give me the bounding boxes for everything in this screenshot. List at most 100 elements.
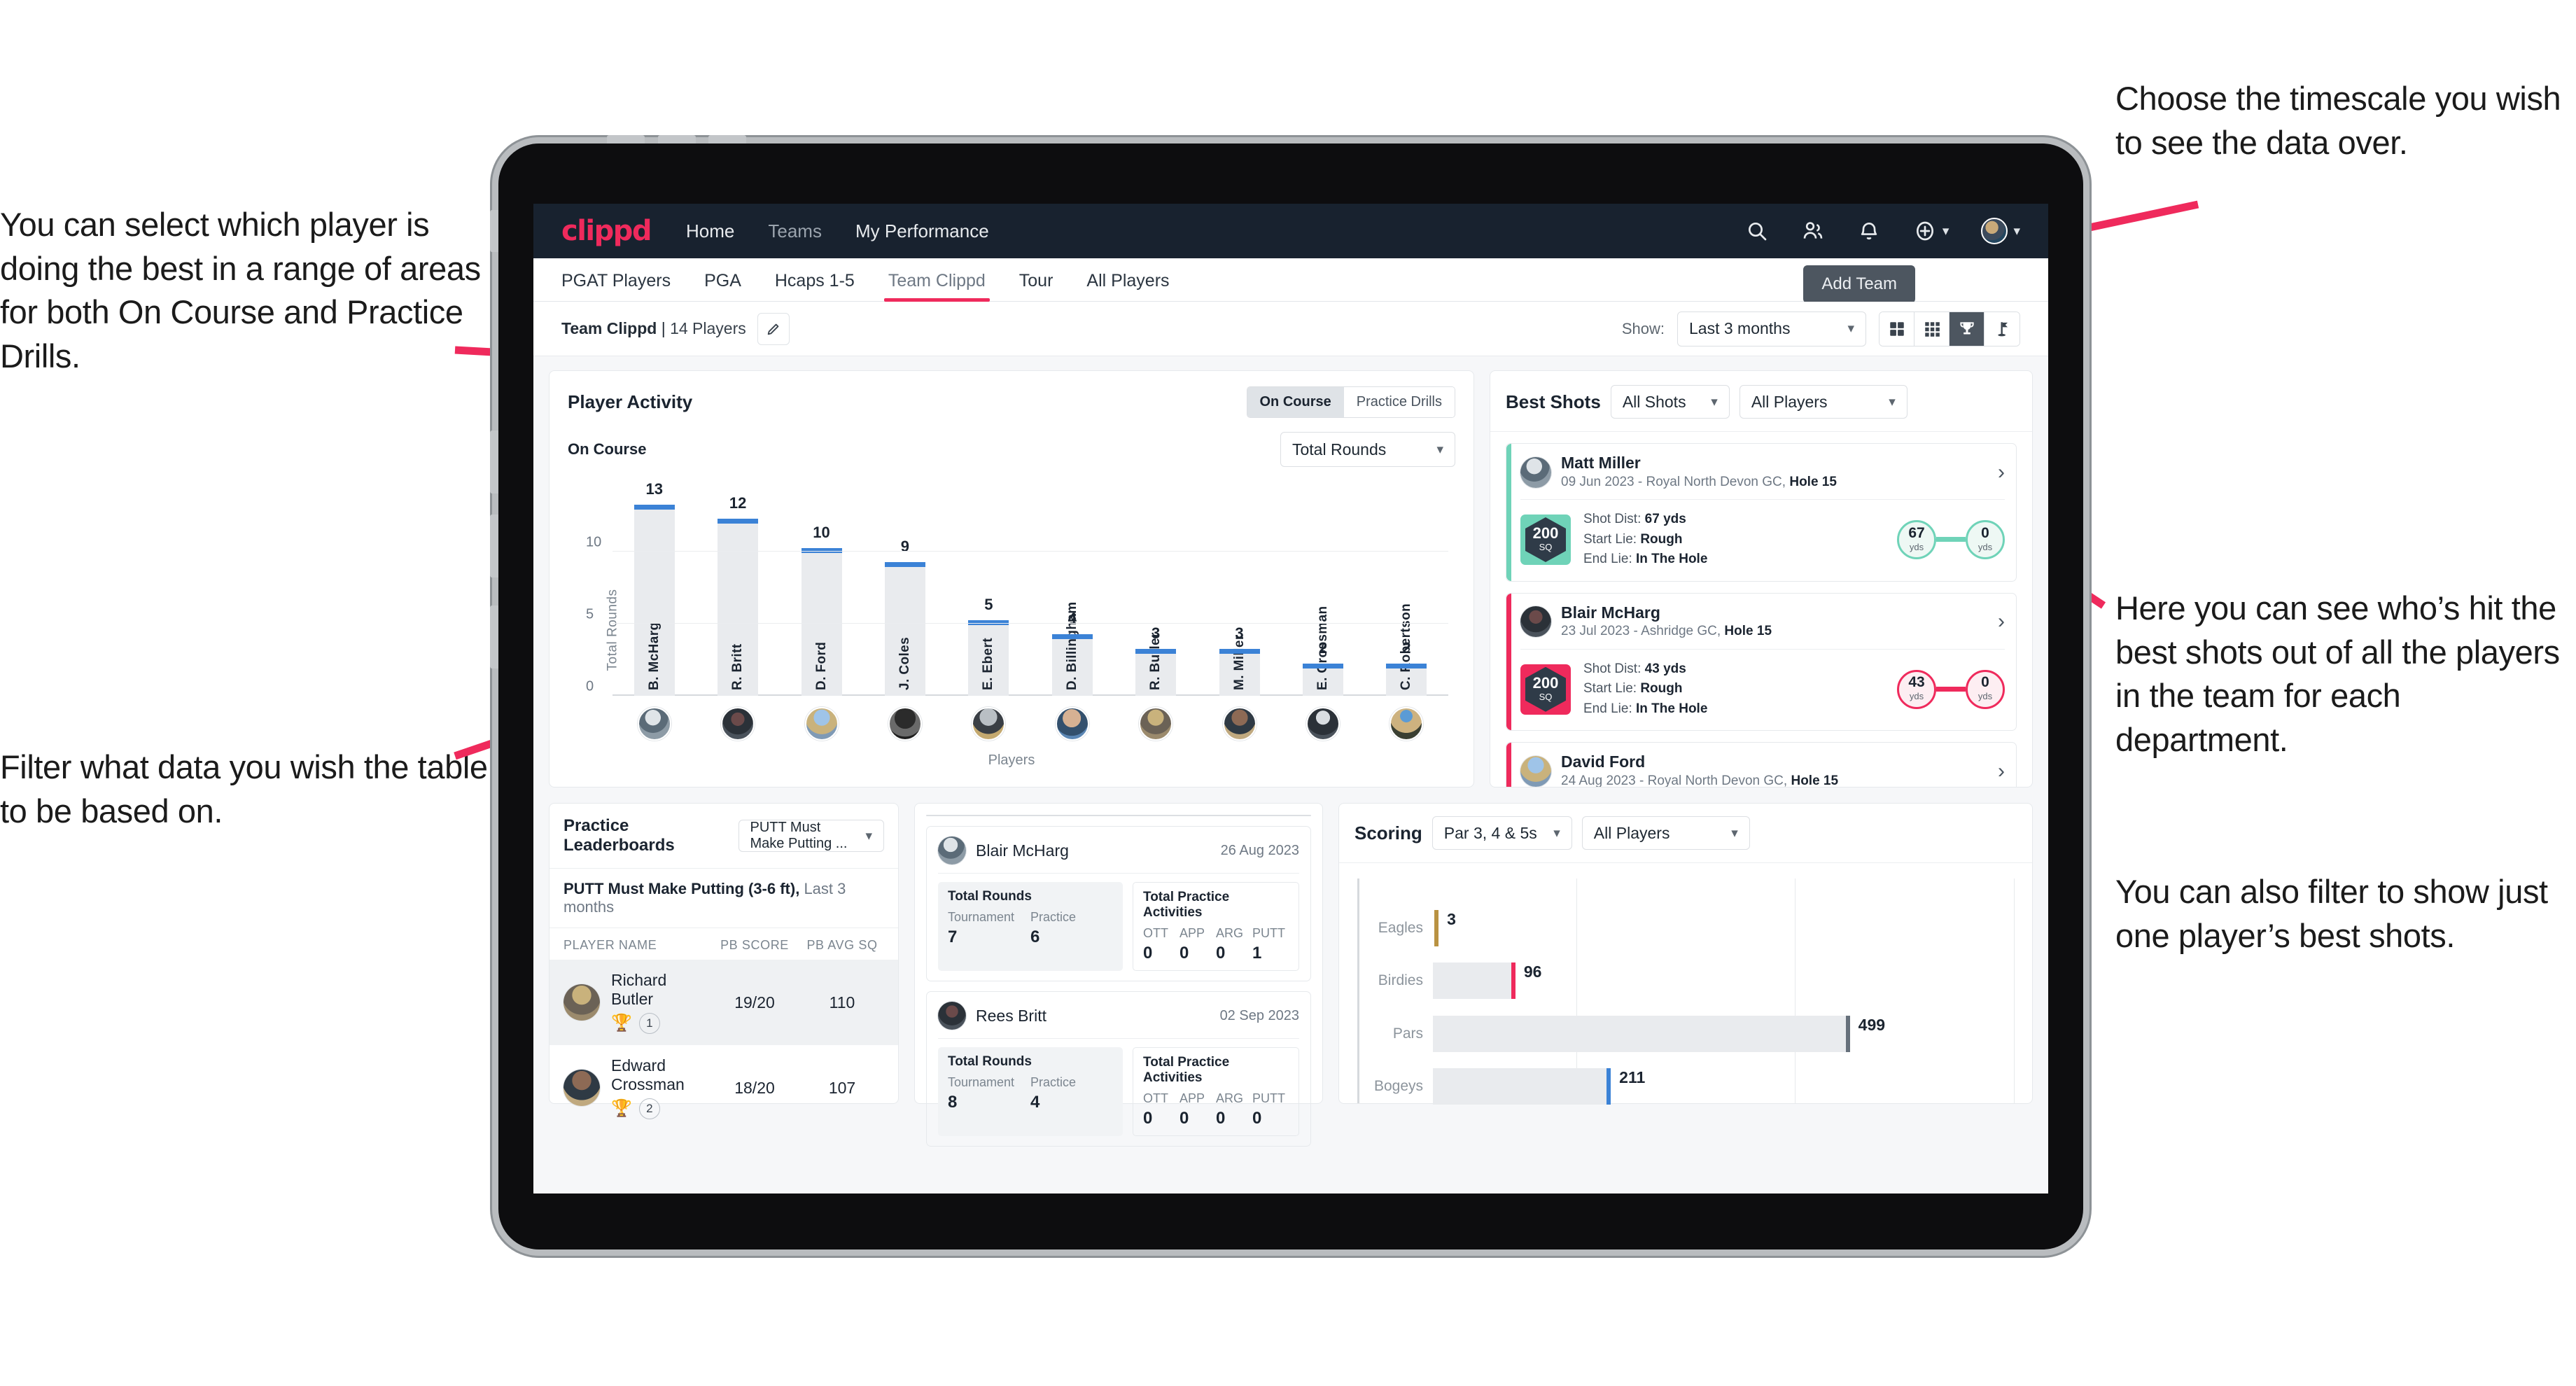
avatar[interactable] bbox=[1222, 707, 1256, 741]
players-filter-select[interactable]: All Players ▾ bbox=[1739, 385, 1907, 419]
segment-on-course[interactable]: On Course bbox=[1247, 387, 1344, 417]
bar-category-label: R. Butler bbox=[1148, 632, 1163, 690]
player-avatar-cell[interactable] bbox=[1365, 707, 1448, 741]
metric-select[interactable]: Total Rounds ▾ bbox=[1280, 432, 1455, 467]
people-icon[interactable] bbox=[1801, 219, 1825, 243]
leaderboard-pb-score: 19/20 bbox=[734, 993, 775, 1011]
add-menu[interactable]: ▾ bbox=[1913, 219, 1949, 243]
bar[interactable]: R. Butler bbox=[1135, 632, 1177, 696]
tab-team-clippd[interactable]: Team Clippd bbox=[883, 271, 990, 302]
avatar[interactable] bbox=[637, 707, 671, 741]
tab-tour[interactable]: Tour bbox=[1019, 271, 1054, 301]
profile-menu[interactable]: ▾ bbox=[1981, 218, 2020, 244]
bar[interactable]: J. Coles bbox=[884, 562, 925, 696]
bar[interactable]: C. Robertson bbox=[1386, 603, 1427, 696]
player-avatar-cell[interactable] bbox=[1114, 707, 1197, 741]
par-filter-select[interactable]: Par 3, 4 & 5s ▾ bbox=[1432, 816, 1572, 850]
bar-column[interactable]: 5 E. Ebert bbox=[947, 493, 1030, 696]
player-avatar-cell[interactable] bbox=[863, 707, 946, 741]
scoring-players-select[interactable]: All Players ▾ bbox=[1581, 816, 1750, 850]
tab-hcaps-1-5[interactable]: Hcaps 1-5 bbox=[775, 271, 855, 301]
activity-player-card[interactable]: Blair McHarg 26 Aug 2023 Total Rounds Tourn… bbox=[926, 826, 1311, 981]
best-shot-card[interactable]: Blair McHarg 23 Jul 2023 - Ashridge GC, H… bbox=[1506, 592, 2017, 732]
practice-stat: PUTT 1 bbox=[1252, 926, 1289, 963]
edit-team-button[interactable] bbox=[757, 312, 790, 345]
leaderboard-pb-score: 18/20 bbox=[734, 1078, 775, 1097]
bar[interactable]: M. Miller bbox=[1219, 634, 1260, 696]
bar[interactable]: E. Ebert bbox=[968, 620, 1009, 696]
rounds-stat-value: 8 bbox=[948, 1093, 958, 1112]
tab-pga[interactable]: PGA bbox=[704, 271, 741, 301]
avatar[interactable] bbox=[888, 707, 922, 741]
avatar[interactable] bbox=[1055, 707, 1089, 741]
drill-select[interactable]: PUTT Must Make Putting ... ▾ bbox=[738, 820, 884, 852]
scoring-bar-cap bbox=[1511, 962, 1516, 1000]
bar-column[interactable]: 13 B. McHarg bbox=[612, 480, 696, 696]
avatar[interactable] bbox=[804, 707, 839, 741]
bar[interactable]: E. Crossman bbox=[1302, 606, 1343, 696]
bar-column[interactable]: 12 R. Britt bbox=[696, 493, 779, 696]
bar[interactable]: R. Britt bbox=[718, 519, 759, 696]
show-label: Show: bbox=[1621, 319, 1665, 337]
table-row[interactable]: Edward Crossman 🏆 2 18/20 107 bbox=[550, 1045, 898, 1130]
player-avatar-cell[interactable] bbox=[612, 707, 696, 741]
best-shot-card[interactable]: David Ford 24 Aug 2023 - Royal North Devo… bbox=[1506, 742, 2017, 787]
timescale-select[interactable]: Last 3 months ▾ bbox=[1677, 311, 1866, 346]
player-avatar-cell[interactable] bbox=[1198, 707, 1281, 741]
tab-pgat-players[interactable]: PGAT Players bbox=[561, 271, 671, 301]
scoring-bar-row[interactable]: Eagles 3 bbox=[1378, 909, 2014, 946]
bar[interactable]: D. Billingham bbox=[1051, 601, 1093, 696]
tab-all-players[interactable]: All Players bbox=[1086, 271, 1169, 301]
chevron-right-icon[interactable]: › bbox=[1998, 761, 2005, 782]
avatar[interactable] bbox=[1139, 707, 1173, 741]
activity-card-body: Total Rounds Tournament 7 Practice 6 Total Pr… bbox=[938, 874, 1299, 971]
bell-icon[interactable] bbox=[1857, 219, 1881, 243]
segment-practice-drills[interactable]: Practice Drills bbox=[1343, 387, 1455, 417]
nav-link-teams[interactable]: Teams bbox=[768, 220, 822, 242]
avatar[interactable] bbox=[1306, 707, 1340, 741]
clippd-logo[interactable]: clippd bbox=[561, 215, 652, 247]
avatar[interactable] bbox=[1390, 707, 1424, 741]
activity-player-card[interactable]: Rees Britt 02 Sep 2023 Total Rounds Tournam… bbox=[926, 991, 1311, 1147]
table-row[interactable]: Richard Butler 🏆 1 19/20 110 bbox=[550, 960, 898, 1045]
grid-small-icon-button[interactable] bbox=[1914, 312, 1949, 346]
bar-column[interactable]: 3 R. Butler bbox=[1114, 493, 1197, 696]
bar-column[interactable]: 2 C. Robertson bbox=[1365, 493, 1448, 696]
scoring-bar[interactable]: 96 bbox=[1433, 962, 1541, 1000]
plus-circle-icon[interactable] bbox=[1913, 219, 1937, 243]
player-avatar-cell[interactable] bbox=[780, 707, 863, 741]
shots-filter-select[interactable]: All Shots ▾ bbox=[1610, 385, 1730, 419]
bar-column[interactable]: 3 M. Miller bbox=[1198, 493, 1281, 696]
avatar[interactable] bbox=[721, 707, 755, 741]
end-lie-row: End Lie: In The Hole bbox=[1583, 552, 1708, 567]
scoring-bar[interactable]: 499 bbox=[1433, 1015, 1885, 1052]
scoring-bar-row[interactable]: Pars 499 bbox=[1393, 1015, 2014, 1052]
scoring-bar-row[interactable]: Bogeys 211 bbox=[1374, 1068, 2014, 1105]
avatar[interactable] bbox=[972, 707, 1006, 741]
bar-column[interactable]: 9 J. Coles bbox=[863, 493, 946, 696]
bar-column[interactable]: 10 D. Ford bbox=[780, 493, 863, 696]
scoring-bar[interactable]: 3 bbox=[1433, 909, 1456, 946]
add-team-button[interactable]: Add Team bbox=[1803, 265, 1915, 303]
chevron-right-icon[interactable]: › bbox=[1998, 611, 2005, 632]
avatar[interactable] bbox=[1981, 218, 2008, 244]
trophy-icon-button[interactable] bbox=[1949, 312, 1984, 346]
best-shot-card[interactable]: Matt Miller 09 Jun 2023 - Royal North Dev… bbox=[1506, 443, 2017, 582]
scoring-bar[interactable]: 211 bbox=[1433, 1068, 1645, 1105]
nav-link-my-performance[interactable]: My Performance bbox=[855, 220, 989, 242]
flag-icon-button[interactable] bbox=[1984, 312, 2019, 346]
grid-large-icon-button[interactable] bbox=[1879, 312, 1914, 346]
scoring-bar-row[interactable]: Birdies 96 bbox=[1378, 962, 2014, 1000]
player-avatar-cell[interactable] bbox=[1030, 707, 1114, 741]
chevron-right-icon[interactable]: › bbox=[1998, 461, 2005, 483]
nav-link-home[interactable]: Home bbox=[686, 220, 734, 242]
sq-value: 200 bbox=[1532, 524, 1559, 542]
bar-column[interactable]: 4 D. Billingham bbox=[1030, 493, 1114, 696]
search-icon[interactable] bbox=[1745, 219, 1769, 243]
player-avatar-cell[interactable] bbox=[1281, 707, 1364, 741]
player-avatar-cell[interactable] bbox=[696, 707, 779, 741]
bar[interactable]: B. McHarg bbox=[634, 504, 675, 696]
player-avatar-cell[interactable] bbox=[947, 707, 1030, 741]
practice-stat-value: 0 bbox=[1143, 944, 1153, 962]
bar-column[interactable]: 2 E. Crossman bbox=[1281, 493, 1364, 696]
